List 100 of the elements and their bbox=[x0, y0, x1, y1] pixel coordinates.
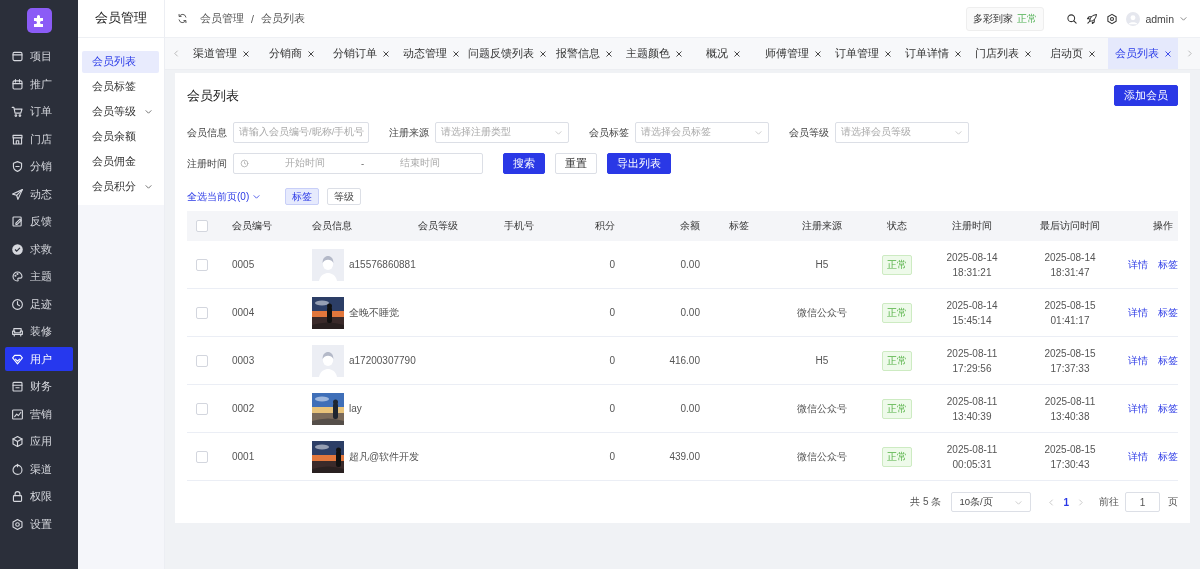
date-range-field[interactable]: 开始时间 - 结束时间 bbox=[233, 153, 483, 174]
page-input[interactable]: 1 bbox=[1125, 492, 1160, 512]
store-icon bbox=[11, 132, 24, 146]
page-tab[interactable]: 订单管理 bbox=[828, 38, 899, 69]
checkbox[interactable] bbox=[196, 258, 208, 271]
send-icon bbox=[11, 187, 24, 201]
table-cell: 0.00 bbox=[620, 241, 705, 289]
action-link[interactable]: 详情 bbox=[1128, 353, 1148, 368]
chevron-down-icon bbox=[1179, 14, 1188, 23]
page-tab[interactable]: 启动页 bbox=[1038, 38, 1109, 69]
submenu-item[interactable]: 会员列表 bbox=[82, 50, 159, 73]
checkbox[interactable] bbox=[196, 354, 208, 367]
sidebar-item[interactable]: 营销 bbox=[5, 402, 73, 427]
checkbox[interactable] bbox=[196, 402, 208, 415]
page-tab[interactable]: 师傅管理 bbox=[758, 38, 829, 69]
sidebar-item[interactable]: 设置 bbox=[5, 512, 73, 537]
submenu-item[interactable]: 会员积分 bbox=[82, 175, 159, 198]
page-tab[interactable]: 分销商 bbox=[256, 38, 327, 69]
close-icon[interactable] bbox=[1023, 49, 1032, 58]
sidebar-item[interactable]: 分销 bbox=[5, 154, 73, 179]
page-number[interactable]: 1 bbox=[1056, 496, 1076, 508]
member-nickname: a15576860881 bbox=[349, 259, 416, 270]
sidebar-item[interactable]: 求救 bbox=[5, 237, 73, 262]
checkbox[interactable] bbox=[196, 220, 208, 232]
action-link[interactable]: 标签 bbox=[1158, 257, 1178, 272]
sidebar-item[interactable]: 权限 bbox=[5, 484, 73, 509]
checkbox[interactable] bbox=[196, 306, 208, 319]
sidebar-item[interactable]: 主题 bbox=[5, 264, 73, 289]
sidebar-item[interactable]: 订单 bbox=[5, 99, 73, 124]
wallet-icon bbox=[11, 380, 24, 394]
select-all-dropdown[interactable]: 全选当前页(0) bbox=[187, 189, 262, 204]
store-status: 正常 bbox=[1017, 11, 1038, 26]
page-tab[interactable]: 会员列表 bbox=[1108, 38, 1178, 69]
batch-button[interactable]: 标签 bbox=[285, 188, 320, 205]
action-link[interactable]: 标签 bbox=[1158, 449, 1178, 464]
close-icon[interactable] bbox=[451, 49, 460, 58]
submenu-item[interactable]: 会员标签 bbox=[82, 75, 159, 98]
close-icon[interactable] bbox=[733, 49, 742, 58]
add-member-button[interactable]: 添加会员 bbox=[1114, 85, 1178, 106]
sidebar-item[interactable]: 项目 bbox=[5, 44, 73, 69]
sidebar-item[interactable]: 门店 bbox=[5, 127, 73, 152]
close-icon[interactable] bbox=[674, 49, 683, 58]
page-tab[interactable]: 报警信息 bbox=[549, 38, 620, 69]
sidebar-item[interactable]: 用户 bbox=[5, 347, 73, 372]
close-icon[interactable] bbox=[814, 49, 823, 58]
sidebar-item[interactable]: 装修 bbox=[5, 319, 73, 344]
page-size-select[interactable]: 10条/页 bbox=[951, 492, 1032, 512]
page-tab[interactable]: 动态管理 bbox=[396, 38, 467, 69]
page-title: 会员列表 bbox=[187, 88, 239, 105]
sidebar-item[interactable]: 应用 bbox=[5, 429, 73, 454]
sidebar-item[interactable]: 渠道 bbox=[5, 457, 73, 482]
action-link[interactable]: 详情 bbox=[1128, 305, 1148, 320]
close-icon[interactable] bbox=[884, 49, 893, 58]
close-icon[interactable] bbox=[1088, 49, 1097, 58]
sidebar-item[interactable]: 足迹 bbox=[5, 292, 73, 317]
table-cell: 微信公众号 bbox=[773, 385, 871, 433]
close-icon[interactable] bbox=[604, 49, 613, 58]
page-tab[interactable]: 问题反馈列表 bbox=[466, 38, 550, 69]
action-link[interactable]: 详情 bbox=[1128, 257, 1148, 272]
status-tag: 正常 bbox=[881, 302, 912, 323]
table-cell: 0.00 bbox=[620, 289, 705, 337]
breadcrumb-item[interactable]: 会员管理 bbox=[200, 11, 244, 26]
rocket-icon[interactable] bbox=[1086, 12, 1099, 25]
page-tab[interactable]: 门店列表 bbox=[968, 38, 1039, 69]
sidebar-item[interactable]: 财务 bbox=[5, 374, 73, 399]
shield-icon bbox=[11, 160, 24, 174]
page-tab[interactable]: 主题颜色 bbox=[619, 38, 690, 69]
search-button[interactable]: 搜索 bbox=[503, 153, 545, 174]
line-chart-icon bbox=[11, 407, 24, 421]
goto-label: 前往 bbox=[1099, 495, 1119, 509]
reset-button[interactable]: 重置 bbox=[555, 153, 597, 174]
close-icon[interactable] bbox=[242, 49, 251, 58]
page-tab[interactable]: 分销订单 bbox=[326, 38, 397, 69]
action-link[interactable]: 详情 bbox=[1128, 401, 1148, 416]
refresh-icon[interactable] bbox=[177, 13, 188, 24]
submenu-item[interactable]: 会员等级 bbox=[82, 100, 159, 123]
close-icon[interactable] bbox=[306, 49, 315, 58]
action-link[interactable]: 标签 bbox=[1158, 401, 1178, 416]
action-link[interactable]: 标签 bbox=[1158, 353, 1178, 368]
page-tab[interactable]: 概况 bbox=[689, 38, 759, 69]
close-icon[interactable] bbox=[539, 49, 548, 58]
close-icon[interactable] bbox=[954, 49, 962, 58]
export-button[interactable]: 导出列表 bbox=[607, 153, 671, 174]
sidebar-item[interactable]: 动态 bbox=[5, 182, 73, 207]
page-tab[interactable]: 订单详情 bbox=[898, 38, 969, 69]
page-tab[interactable]: 渠道管理 bbox=[187, 38, 257, 69]
action-link[interactable]: 详情 bbox=[1128, 449, 1148, 464]
settings-icon[interactable] bbox=[1106, 12, 1119, 25]
sidebar-item[interactable]: 推广 bbox=[5, 72, 73, 97]
checkbox[interactable] bbox=[196, 450, 208, 463]
close-icon[interactable] bbox=[382, 49, 391, 58]
submenu-item[interactable]: 会员佣金 bbox=[82, 150, 159, 173]
batch-button[interactable]: 等级 bbox=[327, 188, 362, 205]
submenu-item[interactable]: 会员余额 bbox=[82, 125, 159, 148]
filter-label: 会员等级 bbox=[789, 125, 829, 140]
close-icon[interactable] bbox=[1163, 49, 1172, 58]
action-link[interactable]: 标签 bbox=[1158, 305, 1178, 320]
sidebar-item[interactable]: 反馈 bbox=[5, 209, 73, 234]
search-icon[interactable] bbox=[1066, 12, 1079, 25]
user-menu[interactable]: admin bbox=[1126, 11, 1188, 26]
